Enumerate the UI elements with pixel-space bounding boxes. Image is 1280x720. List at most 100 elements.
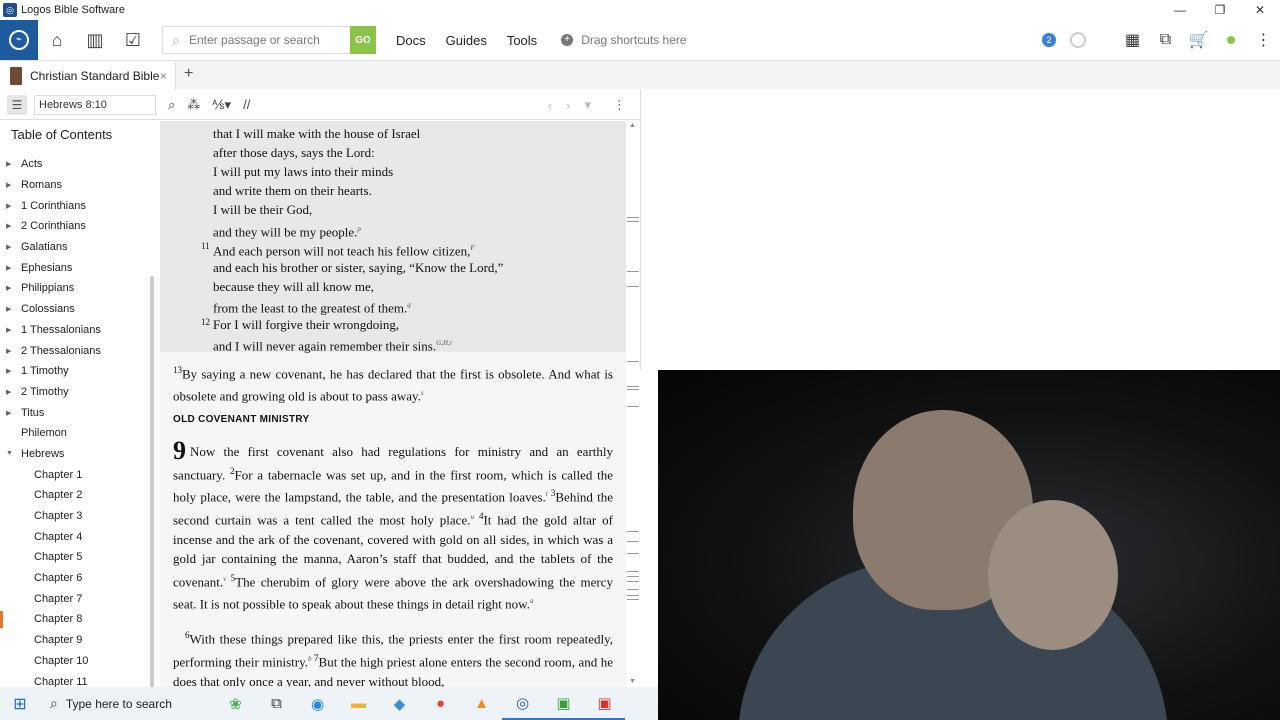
toc-book-item[interactable]: ▶ Colossians	[0, 299, 160, 320]
expanded-arrow-icon[interactable]: ▼	[6, 450, 16, 457]
collapsed-arrow-icon[interactable]: ▶	[6, 264, 16, 272]
notification-badge[interactable]: 2	[1042, 33, 1056, 47]
panel-menu-icon[interactable]: ⋮	[613, 97, 626, 113]
collapsed-arrow-icon[interactable]: ▶	[6, 284, 16, 292]
add-tab-button[interactable]: +	[184, 65, 193, 83]
collapsed-arrow-icon[interactable]: ▶	[6, 160, 16, 168]
logos-taskbar-icon[interactable]: ◎	[502, 687, 543, 720]
toc-book-item[interactable]: ▶ 2 Corinthians	[0, 216, 160, 237]
toc-book-item[interactable]: ▼ Hebrews	[0, 444, 160, 465]
close-tab-icon[interactable]: ×	[160, 69, 167, 83]
toc-scrollbar[interactable]	[150, 276, 154, 687]
toc-book-item[interactable]: ▶ 1 Timothy	[0, 361, 160, 382]
toc-book-item[interactable]: ▶ Philippians	[0, 278, 160, 299]
collapsed-arrow-icon[interactable]: ▶	[6, 181, 16, 189]
home-button[interactable]: ⌂	[38, 20, 76, 60]
toc-book-item[interactable]: ▶ 2 Thessalonians	[0, 340, 160, 361]
toc-chapter-item[interactable]: Chapter 6	[0, 568, 160, 589]
account-status-icon[interactable]	[1227, 36, 1235, 44]
collapsed-arrow-icon[interactable]: ▶	[6, 367, 16, 375]
library-icon: ▥	[86, 29, 104, 50]
verse-number: 13	[173, 365, 182, 375]
toc-book-item[interactable]: ▶ Titus	[0, 402, 160, 423]
layouts-icon[interactable]: ▦	[1116, 30, 1149, 50]
history-dropdown-icon[interactable]: ▾	[584, 97, 591, 113]
back-icon[interactable]: ‹	[548, 98, 552, 113]
toc-book-item[interactable]: ▶ Ephesians	[0, 257, 160, 278]
visual-filter-icon[interactable]: ⁂	[187, 97, 200, 113]
footnote-marker[interactable]: G,H,r	[436, 339, 452, 347]
collapsed-arrow-icon[interactable]: ▶	[6, 326, 16, 334]
mask-app-icon[interactable]: ❀	[215, 687, 256, 720]
menu-docs[interactable]: Docs	[396, 33, 426, 48]
shortcuts-area[interactable]: + Drag shortcuts here	[561, 33, 687, 47]
toc-book-item[interactable]: ▶ 1 Thessalonians	[0, 320, 160, 341]
toc-book-item[interactable]: ▶ Romans	[0, 175, 160, 196]
tasks-button[interactable]: ☑	[114, 20, 152, 60]
webcam-person-hand	[988, 500, 1118, 650]
go-button[interactable]: GO	[350, 26, 376, 54]
toc-chapter-item[interactable]: Chapter 1	[0, 464, 160, 485]
edge-icon[interactable]: ◉	[297, 687, 338, 720]
close-button[interactable]: ✕	[1240, 0, 1280, 20]
interlinear-icon[interactable]: ⅍▾	[212, 97, 231, 113]
popout-icon[interactable]: ⧉	[1149, 31, 1182, 49]
footnote-marker[interactable]: F	[470, 244, 474, 252]
toc-chapter-item[interactable]: Chapter 5	[0, 547, 160, 568]
footnote-marker[interactable]: s	[421, 389, 424, 397]
start-button[interactable]: ⊞	[0, 694, 40, 714]
toc-chapter-item[interactable]: Chapter 9	[0, 630, 160, 651]
toc-book-item[interactable]: ▶ 2 Timothy	[0, 382, 160, 403]
toc-chapter-item[interactable]: Chapter 4	[0, 526, 160, 547]
tab-christian-standard-bible[interactable]: Christian Standard Bible ×	[0, 61, 176, 90]
vlc-icon[interactable]: ▲	[461, 687, 502, 720]
collapsed-arrow-icon[interactable]: ▶	[6, 202, 16, 210]
toc-chapter-item-selected[interactable]: Chapter 8	[0, 609, 160, 630]
toc-book-item[interactable]: ▶ Galatians	[0, 237, 160, 258]
collapsed-arrow-icon[interactable]: ▶	[6, 409, 16, 417]
toc-book-item[interactable]: Philemon	[0, 423, 160, 444]
toc-book-label: 2 Timothy	[21, 385, 69, 398]
minimize-button[interactable]: —	[1160, 0, 1200, 20]
scroll-up-arrow[interactable]: ▲	[629, 121, 636, 129]
window-title: Logos Bible Software	[21, 4, 125, 16]
scroll-down-arrow[interactable]: ▼	[629, 677, 636, 685]
maximize-button[interactable]: ❐	[1200, 0, 1240, 20]
footnote-marker[interactable]: a	[530, 597, 534, 605]
collapsed-arrow-icon[interactable]: ▶	[6, 222, 16, 230]
toc-toggle-button[interactable]: ☰	[7, 94, 27, 115]
footnote-marker[interactable]: q	[407, 301, 411, 309]
task-view-icon[interactable]: ⧉	[256, 687, 297, 720]
toc-chapter-item[interactable]: Chapter 7	[0, 588, 160, 609]
menu-tools[interactable]: Tools	[507, 33, 537, 48]
taskbar-search[interactable]: ⌕ Type here to search	[40, 687, 215, 720]
reader-scrollbar[interactable]: ▲ ▼	[626, 121, 640, 687]
sync-icon[interactable]	[1070, 32, 1086, 48]
toc-chapter-item[interactable]: Chapter 3	[0, 506, 160, 527]
toc-chapter-item[interactable]: Chapter 2	[0, 485, 160, 506]
menu-guides[interactable]: Guides	[446, 33, 487, 48]
search-icon[interactable]: ⌕	[168, 97, 175, 113]
file-explorer-icon[interactable]: ▬	[338, 687, 379, 720]
collapsed-arrow-icon[interactable]: ▶	[6, 347, 16, 355]
collapsed-arrow-icon[interactable]: ▶	[6, 388, 16, 396]
toc-book-item[interactable]: ▶ 1 Corinthians	[0, 195, 160, 216]
forward-icon[interactable]: ›	[566, 98, 570, 113]
chrome-icon[interactable]: ●	[420, 687, 461, 720]
library-button[interactable]: ▥	[76, 20, 114, 60]
toc-chapter-item[interactable]: Chapter 11	[0, 671, 160, 687]
parallel-resources-button[interactable]: //	[243, 97, 250, 112]
collapsed-arrow-icon[interactable]: ▶	[6, 243, 16, 251]
collapsed-arrow-icon[interactable]: ▶	[6, 305, 16, 313]
more-menu-icon[interactable]: ⋮	[1247, 30, 1280, 50]
camtasia-red-icon[interactable]: ▣	[584, 687, 625, 720]
toc-chapter-item[interactable]: Chapter 10	[0, 651, 160, 672]
camtasia-green-icon[interactable]: ▣	[543, 687, 584, 720]
reference-box[interactable]: Hebrews 8:10	[34, 94, 156, 115]
store-icon[interactable]: ◆	[379, 687, 420, 720]
search-input[interactable]	[189, 33, 344, 47]
logos-menu-button[interactable]: ⌁	[0, 20, 38, 60]
toc-book-item[interactable]: ▶ Acts	[0, 154, 160, 175]
footnote-marker[interactable]: p	[357, 225, 361, 233]
cart-icon[interactable]: 🛒	[1182, 30, 1215, 50]
